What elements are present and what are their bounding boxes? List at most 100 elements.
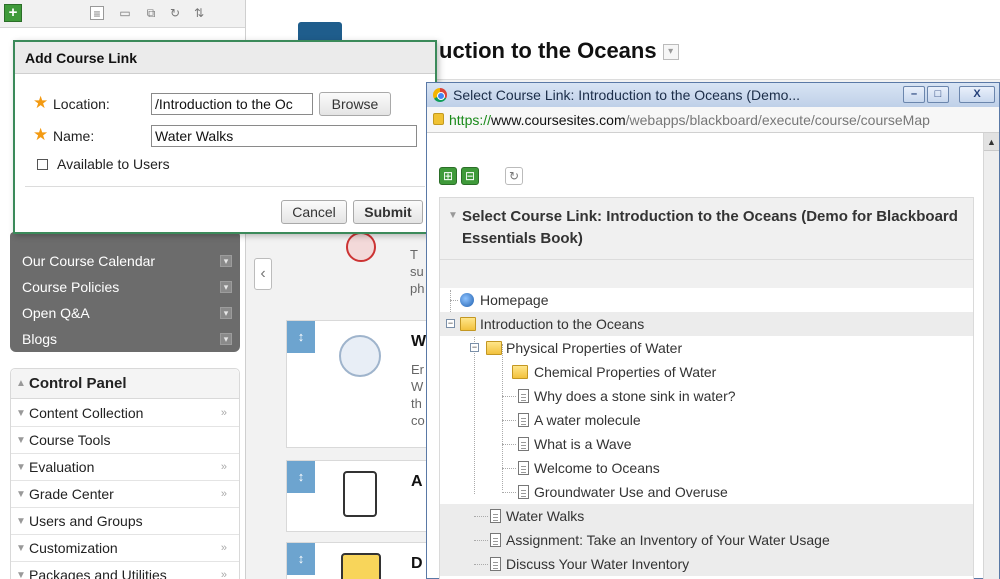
tree-item-label: Homepage xyxy=(480,292,549,308)
chevron-down-icon[interactable]: ▾ xyxy=(220,281,232,293)
document-item-icon xyxy=(339,335,381,377)
collapse-node-icon[interactable]: − xyxy=(470,343,479,352)
page-title-text: uction to the Oceans xyxy=(439,38,657,63)
tree-item-discuss-inventory[interactable]: Discuss Your Water Inventory xyxy=(440,552,973,576)
address-bar[interactable]: https://www.coursesites.com/webapps/blac… xyxy=(427,107,999,133)
cancel-button[interactable]: Cancel xyxy=(281,200,347,224)
control-panel-item-label: Packages and Utilities xyxy=(29,567,167,579)
control-panel-item-grade-center[interactable]: ▼ Grade Center » xyxy=(11,481,239,508)
page-icon xyxy=(518,461,529,475)
name-field[interactable]: Water Walks xyxy=(151,125,417,147)
window-icon[interactable]: ⧉ xyxy=(144,6,158,20)
url-text: https://www.coursesites.com/webapps/blac… xyxy=(449,112,930,128)
maximize-button[interactable]: □ xyxy=(927,86,949,103)
folder-view-icon[interactable]: ▭ xyxy=(118,6,132,20)
location-field[interactable]: /Introduction to the Oc xyxy=(151,93,313,115)
tree-item-stone-sink[interactable]: Why does a stone sink in water? xyxy=(440,384,973,408)
control-panel-item-label: Evaluation xyxy=(29,459,95,475)
submit-button[interactable]: Submit xyxy=(353,200,423,224)
control-panel-item-course-tools[interactable]: ▼ Course Tools xyxy=(11,427,239,454)
drag-handle[interactable]: ↕ xyxy=(287,461,315,493)
tree-spacer xyxy=(440,260,973,288)
collapse-menu-button[interactable]: ‹ xyxy=(254,258,272,290)
chrome-icon xyxy=(433,88,447,102)
course-map-heading: Select Course Link: Introduction to the … xyxy=(462,208,958,247)
folder-icon xyxy=(512,365,528,379)
tree-item-label: Introduction to the Oceans xyxy=(480,316,645,332)
chevron-down-icon[interactable]: ▾ xyxy=(220,333,232,345)
control-panel-item-customization[interactable]: ▼ Customization » xyxy=(11,535,239,562)
menu-item-course-calendar[interactable]: Our Course Calendar ▾ xyxy=(10,248,240,274)
course-menu-links: Our Course Calendar ▾ Course Policies ▾ … xyxy=(10,232,240,352)
menu-item-label: Blogs xyxy=(22,331,58,347)
window-titlebar[interactable]: Select Course Link: Introduction to the … xyxy=(427,83,999,107)
menu-item-course-policies[interactable]: Course Policies ▾ xyxy=(10,274,240,300)
tree-item-label: Chemical Properties of Water xyxy=(534,364,717,380)
chevron-down-icon[interactable]: ▾ xyxy=(220,255,232,267)
chevron-down-icon[interactable]: ▾ xyxy=(662,44,679,61)
tree-item-introduction[interactable]: − Introduction to the Oceans xyxy=(440,312,973,336)
vertical-scrollbar[interactable]: ▲ xyxy=(983,133,999,579)
refresh-icon[interactable]: ↻ xyxy=(505,167,523,185)
drag-handle[interactable]: ↕ xyxy=(287,543,315,575)
expand-arrow-icon[interactable]: » xyxy=(221,454,227,481)
control-panel-item-content-collection[interactable]: ▼ Content Collection » xyxy=(11,400,239,427)
page-icon xyxy=(490,557,501,571)
item-title[interactable]: W xyxy=(411,333,426,351)
browse-button[interactable]: Browse xyxy=(319,92,391,116)
sort-icon[interactable]: ⇅ xyxy=(192,6,206,20)
item-title[interactable]: D xyxy=(411,555,423,573)
chevron-down-icon[interactable]: ▾ xyxy=(220,307,232,319)
available-checkbox[interactable] xyxy=(37,159,48,170)
control-panel: ▲ Control Panel ▼ Content Collection » ▼… xyxy=(10,368,240,579)
menu-item-blogs[interactable]: Blogs ▾ xyxy=(10,326,240,352)
chevron-down-icon: ▼ xyxy=(448,210,458,221)
control-panel-item-evaluation[interactable]: ▼ Evaluation » xyxy=(11,454,239,481)
item-title[interactable]: A xyxy=(411,473,423,491)
item-text-line: ph xyxy=(410,281,425,296)
menu-item-open-qa[interactable]: Open Q&A ▾ xyxy=(10,300,240,326)
discussion-item-icon xyxy=(341,553,381,579)
expand-arrow-icon[interactable]: » xyxy=(221,481,227,508)
menu-item-label: Open Q&A xyxy=(22,305,90,321)
control-panel-header[interactable]: ▲ Control Panel xyxy=(11,369,239,399)
scroll-up-arrow-icon[interactable]: ▲ xyxy=(984,133,999,151)
drag-handle[interactable]: ↕ xyxy=(287,321,315,353)
add-menu-item-button[interactable]: + xyxy=(4,4,22,22)
tree-item-physical-properties[interactable]: − Physical Properties of Water xyxy=(440,336,973,360)
name-label: Name: xyxy=(53,128,95,144)
window-title: Select Course Link: Introduction to the … xyxy=(453,87,801,103)
available-label: Available to Users xyxy=(57,156,170,172)
item-text-line: su xyxy=(410,264,424,279)
control-panel-item-users-and-groups[interactable]: ▼ Users and Groups xyxy=(11,508,239,535)
required-star-icon: ★ xyxy=(33,125,49,144)
expand-all-icon[interactable]: ⊞ xyxy=(439,167,457,185)
minimize-button[interactable]: – xyxy=(903,86,925,103)
tree-item-what-is-a-wave[interactable]: What is a Wave xyxy=(440,432,973,456)
add-course-link-dialog: Add Course Link ★ Location: /Introductio… xyxy=(13,40,437,234)
tree-toolbar: ⊞ ⊟ ↻ xyxy=(427,161,987,189)
tree-item-water-molecule[interactable]: A water molecule xyxy=(440,408,973,432)
refresh-icon[interactable]: ↻ xyxy=(168,6,182,20)
expand-arrow-icon[interactable]: » xyxy=(221,400,227,427)
expand-arrow-icon[interactable]: » xyxy=(221,562,227,579)
tree-item-assignment-inventory[interactable]: Assignment: Take an Inventory of Your Wa… xyxy=(440,528,973,552)
list-view-icon[interactable]: ≡ xyxy=(90,6,104,21)
tree-item-groundwater[interactable]: Groundwater Use and Overuse xyxy=(440,480,973,504)
required-star-icon: ★ xyxy=(33,93,49,112)
expand-arrow-icon[interactable]: » xyxy=(221,535,227,562)
control-panel-title: Control Panel xyxy=(29,375,127,392)
tree-item-chemical-properties[interactable]: Chemical Properties of Water xyxy=(440,360,973,384)
tree-guide xyxy=(502,468,516,469)
collapse-node-icon[interactable]: − xyxy=(446,319,455,328)
close-button[interactable]: X xyxy=(959,86,995,103)
tree-item-homepage[interactable]: Homepage xyxy=(440,288,973,312)
lock-icon xyxy=(433,113,444,125)
item-description: Er W th co xyxy=(411,361,425,429)
tree-item-water-walks[interactable]: Water Walks xyxy=(440,504,973,528)
control-panel-item-packages-and-utilities[interactable]: ▼ Packages and Utilities » xyxy=(11,562,239,579)
chevron-down-icon: ▼ xyxy=(16,489,26,500)
tree-item-welcome-to-oceans[interactable]: Welcome to Oceans xyxy=(440,456,973,480)
course-map-header: ▼ Select Course Link: Introduction to th… xyxy=(440,198,973,260)
collapse-all-icon[interactable]: ⊟ xyxy=(461,167,479,185)
